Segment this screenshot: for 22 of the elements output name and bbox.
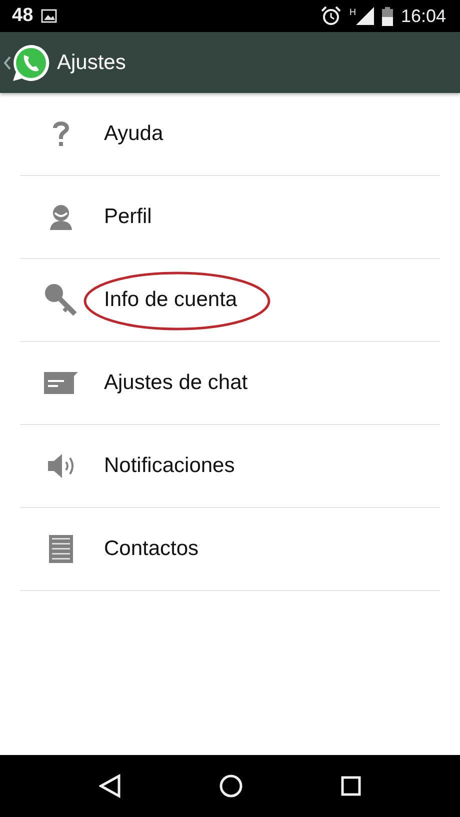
home-icon[interactable] — [219, 774, 243, 798]
settings-item[interactable]: Perfil — [104, 205, 152, 229]
settings-item[interactable]: Ayuda — [104, 122, 164, 146]
speaker-icon — [46, 451, 76, 481]
key-icon — [44, 283, 78, 317]
question-mark-icon — [53, 121, 69, 147]
image-icon — [41, 9, 58, 23]
battery-icon — [382, 6, 393, 26]
settings-item[interactable]: Notificaciones — [104, 454, 235, 478]
list-icon — [49, 535, 73, 563]
app-logo-icon[interactable] — [11, 42, 51, 82]
clock-time: 16:04 — [400, 6, 446, 26]
settings-item[interactable]: Ajustes de chat — [104, 371, 248, 395]
recent-apps-icon[interactable] — [341, 776, 361, 796]
screen-title: Ajustes — [57, 50, 126, 74]
settings-item[interactable]: Contactos — [104, 537, 199, 561]
signal-icon — [356, 7, 374, 25]
message-icon — [44, 372, 78, 394]
network-type-label: H — [349, 7, 356, 17]
person-icon — [48, 204, 74, 230]
notification-count: 48 — [12, 5, 34, 27]
alarm-icon — [321, 6, 342, 26]
